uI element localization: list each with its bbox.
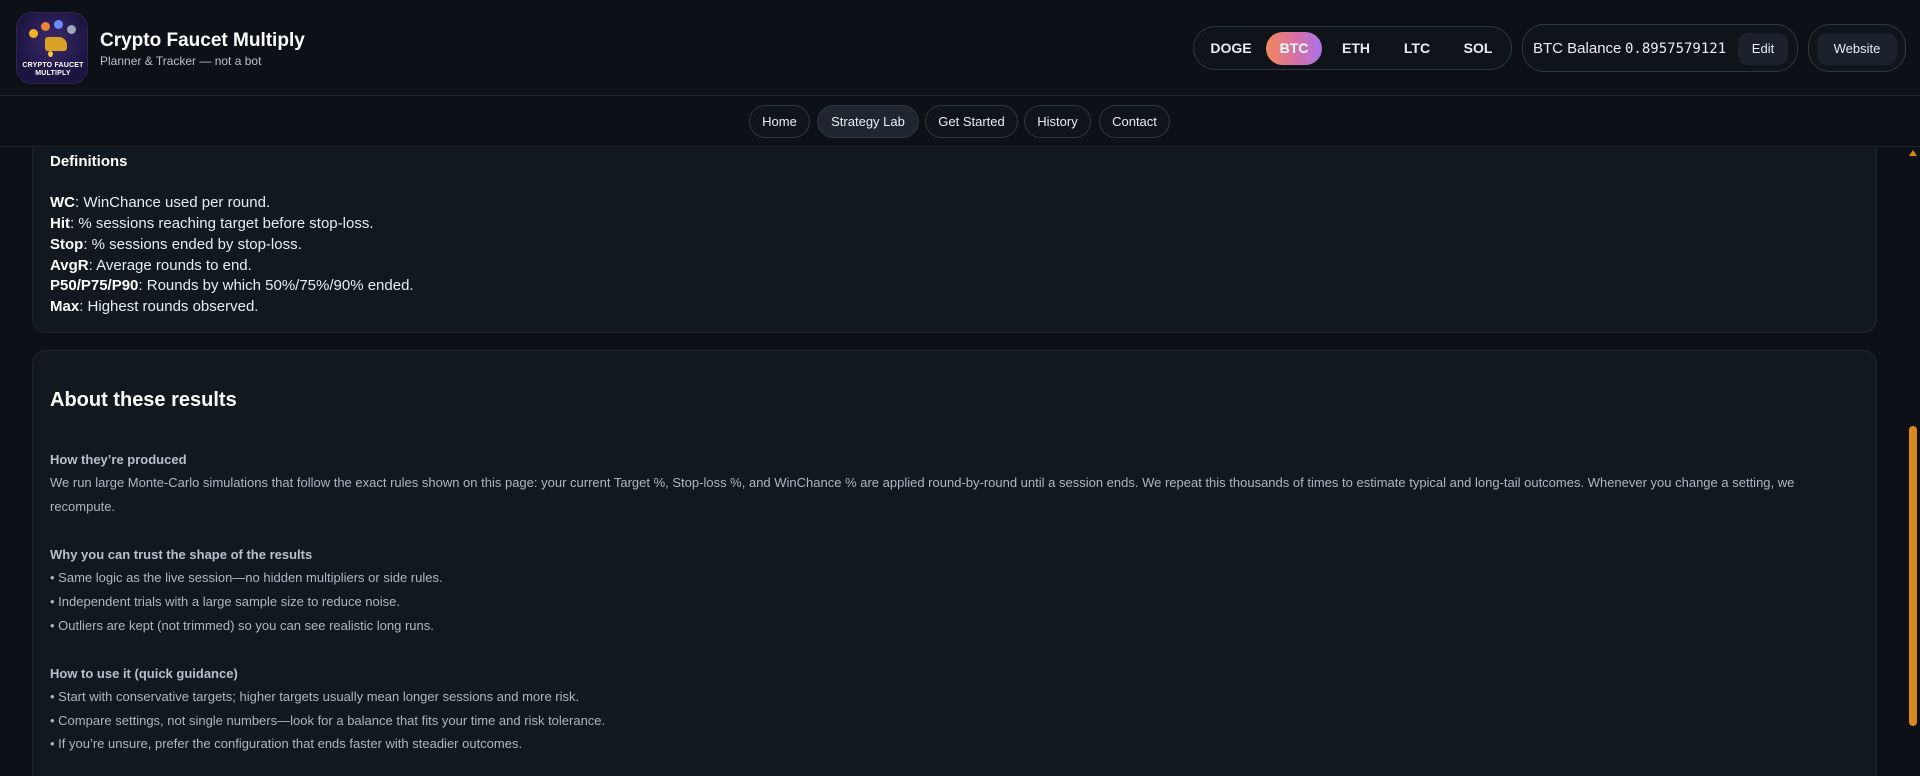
logo-text: CRYPTO FAUCET MULTIPLY [22,62,84,77]
coin-icon [29,29,38,38]
coin-button-ltc[interactable]: LTC [1390,32,1444,65]
top-header: CRYPTO FAUCET MULTIPLY Crypto Faucet Mul… [0,0,1920,96]
website-panel: Website [1808,24,1906,72]
main-content: Definitions WC: WinChance used per round… [0,148,1906,776]
coin-selector: DOGE BTC ETH LTC SOL [1193,26,1512,70]
nav-home[interactable]: Home [749,105,810,138]
definition-item: Hit: % sessions reaching target before s… [50,215,374,232]
page-scrollbar[interactable] [1906,148,1920,776]
balance-value: 0.8957579121 [1625,41,1727,57]
definition-item: AvgR: Average rounds to end. [50,257,252,274]
definition-item: Max: Highest rounds observed. [50,298,259,315]
edit-balance-button[interactable]: Edit [1738,33,1788,65]
balance-label: BTC Balance [1533,40,1622,57]
howto-item: • Start with conservative targets; highe… [50,689,580,704]
coin-button-sol[interactable]: SOL [1450,32,1506,65]
definitions-title: Definitions [50,153,128,170]
app-logo[interactable]: CRYPTO FAUCET MULTIPLY [16,12,88,84]
trust-heading: Why you can trust the shape of the resul… [50,547,313,562]
coin-button-doge[interactable]: DOGE [1202,32,1260,65]
trust-item: • Outliers are kept (not trimmed) so you… [50,618,434,633]
coin-icon [41,22,50,31]
drop-icon [48,51,53,57]
nav-contact[interactable]: Contact [1099,105,1170,138]
about-results-card: About these results How they’re produced… [32,350,1877,776]
definition-item: Stop: % sessions ended by stop-loss. [50,236,302,253]
howto-heading: How to use it (quick guidance) [50,666,238,681]
howto-item: • Compare settings, not single numbers—l… [50,713,606,728]
howto-item: • If you’re unsure, prefer the configura… [50,736,523,751]
definition-item: P50/P75/P90: Rounds by which 50%/75%/90%… [50,277,414,294]
app-title: Crypto Faucet Multiply [100,30,305,51]
nav-get-started[interactable]: Get Started [925,105,1018,138]
faucet-icon [45,37,67,51]
coin-button-eth[interactable]: ETH [1328,32,1384,65]
nav-strategy-lab[interactable]: Strategy Lab [817,105,919,138]
trust-item: • Independent trials with a large sample… [50,594,400,609]
about-title: About these results [50,389,237,411]
app-subtitle: Planner & Tracker — not a bot [100,54,262,68]
main-nav: Home Strategy Lab Get Started History Co… [0,97,1920,147]
nav-history[interactable]: History [1024,105,1091,138]
coin-button-btc[interactable]: BTC [1266,32,1322,65]
definition-item: WC: WinChance used per round. [50,194,271,211]
coin-icon [67,25,76,34]
website-button[interactable]: Website [1817,33,1897,65]
trust-item: • Same logic as the live session—no hidd… [50,570,443,585]
definitions-card: Definitions WC: WinChance used per round… [32,148,1877,333]
balance-panel: BTC Balance 0.8957579121 Edit [1522,24,1798,72]
produced-heading: How they’re produced [50,452,187,467]
scroll-up-icon[interactable] [1909,150,1917,156]
scrollbar-thumb[interactable] [1909,426,1917,726]
produced-text: We run large Monte-Carlo simulations tha… [50,475,1795,514]
coin-icon [54,20,63,29]
